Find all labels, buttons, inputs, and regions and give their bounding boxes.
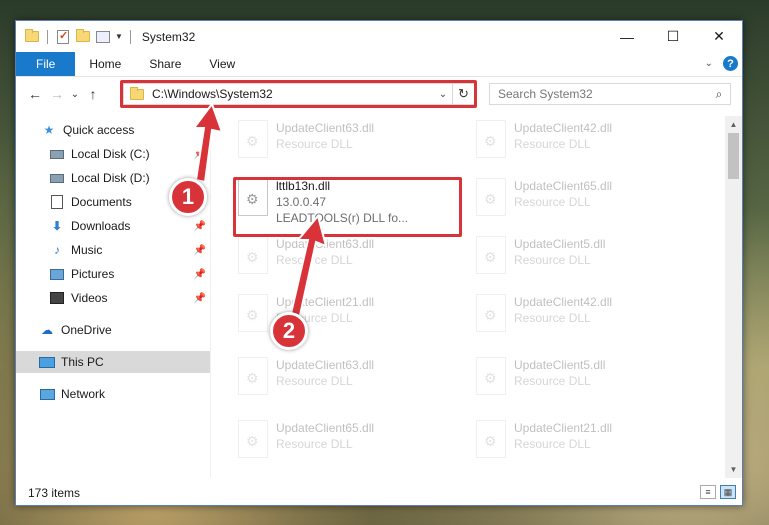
step-1-badge: 1 [169,178,207,216]
arrow-2 [288,213,328,322]
arrow-1 [192,101,224,184]
annotation-arrows [192,101,328,322]
step-2-badge: 2 [270,312,308,350]
